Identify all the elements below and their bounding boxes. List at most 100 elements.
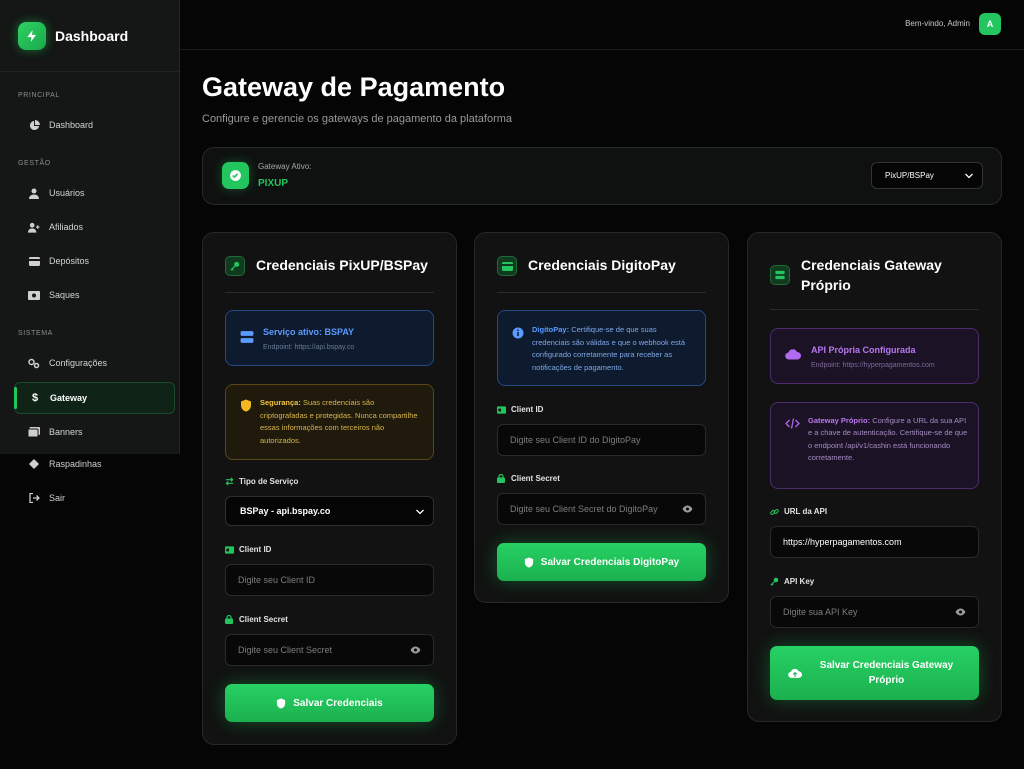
digitopay-card: Credenciais DigitoPay DigitoPay: Certifi…: [474, 232, 729, 603]
sidebar-item-depositos[interactable]: Depósitos: [14, 245, 175, 277]
nav-section-sistema: SISTEMA: [18, 330, 53, 337]
link-icon: [770, 507, 779, 516]
sidebar-item-label: Usuários: [49, 188, 85, 198]
sidebar-item-banners[interactable]: Banners: [14, 416, 175, 448]
sidebar-item-sair[interactable]: Sair: [14, 482, 175, 514]
key-icon: [770, 577, 779, 586]
proprio-api-box: API Própria Configurada Endpoint: https:…: [770, 328, 979, 384]
save-digitopay-label: Salvar Credenciais DigitoPay: [540, 556, 680, 568]
digitopay-client-secret-input[interactable]: Digite seu Client Secret do DigitoPay: [497, 493, 706, 525]
api-key-input[interactable]: Digite sua API Key: [770, 596, 979, 628]
topbar: Bem-vindo, Admin A: [180, 0, 1024, 50]
proprio-card-header: Credenciais Gateway Próprio: [770, 255, 979, 310]
eye-icon[interactable]: [955, 608, 966, 618]
page-title: Gateway de Pagamento: [202, 72, 506, 102]
service-type-label: Tipo de Serviço: [225, 477, 298, 486]
server-icon: [770, 265, 790, 285]
sidebar-item-label: Dashboard: [49, 120, 94, 130]
sidebar-item-usuarios[interactable]: Usuários: [14, 177, 175, 209]
client-id-label: Client ID: [497, 405, 543, 414]
sidebar-item-label: Gateway: [50, 393, 88, 403]
gateway-select-value: PixUP/BSPay: [885, 171, 934, 180]
proprio-info-box: Gateway Próprio: Configure a URL da sua …: [770, 402, 979, 489]
pixup-client-id-input[interactable]: Digite seu Client ID: [225, 564, 434, 596]
pie-chart-icon: [28, 119, 40, 131]
info-icon: [512, 327, 524, 343]
sidebar-item-label: Raspadinhas: [49, 459, 102, 469]
url-label: URL da API: [770, 507, 827, 516]
active-gateway-panel: Gateway Ativo: PIXUP PixUP/BSPay: [202, 147, 1002, 205]
eye-icon[interactable]: [410, 646, 421, 656]
service-info-box: Serviço ativo: BSPAY Endpoint: https://a…: [225, 310, 434, 366]
sidebar-item-label: Sair: [49, 493, 66, 503]
sidebar-item-gateway[interactable]: $ Gateway: [14, 382, 175, 414]
shield-icon: [524, 557, 534, 568]
chevron-down-icon: [965, 172, 973, 181]
lightning-icon: [18, 21, 46, 50]
avatar[interactable]: A: [979, 13, 1001, 35]
chevron-down-icon: [416, 507, 424, 517]
page-subtitle: Configure e gerencie os gateways de paga…: [202, 113, 513, 125]
user-plus-icon: [28, 221, 40, 233]
check-circle-icon: [222, 162, 249, 189]
brand[interactable]: Dashboard: [0, 0, 179, 72]
digitopay-client-secret-placeholder: Digite seu Client Secret do DigitoPay: [510, 504, 658, 514]
logout-icon: [28, 492, 40, 504]
sidebar: Dashboard PRINCIPAL GESTÃO SISTEMA Dashb…: [0, 0, 180, 454]
digitopay-card-title: Credenciais DigitoPay: [528, 257, 676, 273]
sidebar-item-label: Saques: [49, 290, 80, 300]
gears-icon: [28, 357, 40, 369]
server-icon: [240, 330, 254, 348]
digitopay-info-box: DigitoPay: Certifique-se de que suas cre…: [497, 310, 706, 386]
images-icon: [28, 426, 40, 438]
lock-icon: [225, 615, 234, 624]
id-card-icon: [497, 405, 506, 414]
digitopay-client-id-input[interactable]: Digite seu Client ID do DigitoPay: [497, 424, 706, 456]
sidebar-item-saques[interactable]: Saques: [14, 279, 175, 311]
active-gateway-label: Gateway Ativo:: [258, 162, 312, 171]
money-icon: [28, 289, 40, 301]
active-gateway-value: PIXUP: [258, 178, 289, 189]
pixup-client-secret-input[interactable]: Digite seu Client Secret: [225, 634, 434, 666]
shield-icon: [276, 698, 286, 709]
service-info-endpoint: Endpoint: https://api.bspay.co: [263, 344, 355, 351]
sidebar-item-label: Configurações: [49, 358, 108, 368]
sidebar-item-label: Banners: [49, 427, 83, 437]
api-url-input[interactable]: https://hyperpagamentos.com: [770, 526, 979, 558]
pixup-card: Credenciais PixUP/BSPay Serviço ativo: B…: [202, 232, 457, 745]
security-info-box: Segurança: Suas credenciais são criptogr…: [225, 384, 434, 460]
pixup-card-header: Credenciais PixUP/BSPay: [225, 255, 434, 293]
security-info-text: Segurança: Suas credenciais são criptogr…: [260, 398, 418, 445]
sidebar-item-dashboard[interactable]: Dashboard: [14, 109, 175, 141]
service-info-title: Serviço ativo: BSPAY: [263, 327, 355, 337]
sidebar-item-raspadinhas[interactable]: Raspadinhas: [14, 448, 175, 480]
digitopay-info-text: DigitoPay: Certifique-se de que suas cre…: [532, 325, 686, 372]
diamond-icon: [28, 458, 40, 470]
sidebar-item-label: Depósitos: [49, 256, 90, 266]
proprio-card-title: Credenciais Gateway Próprio: [801, 257, 942, 293]
user-icon: [28, 187, 40, 199]
sidebar-item-configuracoes[interactable]: Configurações: [14, 347, 175, 379]
id-card-icon: [225, 545, 234, 554]
eye-icon[interactable]: [682, 505, 693, 515]
welcome-text: Bem-vindo, Admin: [905, 19, 970, 28]
save-digitopay-button[interactable]: Salvar Credenciais DigitoPay: [497, 543, 706, 581]
gateway-select[interactable]: PixUP/BSPay: [871, 162, 983, 189]
service-type-select[interactable]: BSPay - api.bspay.co: [225, 496, 434, 526]
save-pixup-button[interactable]: Salvar Credenciais: [225, 684, 434, 722]
lock-icon: [497, 474, 506, 483]
pixup-client-secret-placeholder: Digite seu Client Secret: [238, 645, 333, 655]
sidebar-item-label: Afiliados: [49, 222, 84, 232]
key-icon: [225, 256, 245, 276]
brand-title: Dashboard: [55, 27, 129, 44]
proprio-info-text: Gateway Próprio: Configure a URL da sua …: [808, 416, 968, 462]
sidebar-item-afiliados[interactable]: Afiliados: [14, 211, 175, 243]
save-proprio-button[interactable]: Salvar Credenciais Gateway Próprio: [770, 646, 979, 700]
code-icon: [785, 418, 800, 433]
nav-section-principal: PRINCIPAL: [18, 92, 60, 99]
save-proprio-label: Salvar Credenciais Gateway Próprio: [819, 660, 954, 686]
client-id-label: Client ID: [225, 545, 271, 554]
cloud-icon: [785, 348, 802, 364]
api-key-placeholder: Digite sua API Key: [783, 607, 858, 617]
dollar-icon: $: [31, 392, 39, 404]
